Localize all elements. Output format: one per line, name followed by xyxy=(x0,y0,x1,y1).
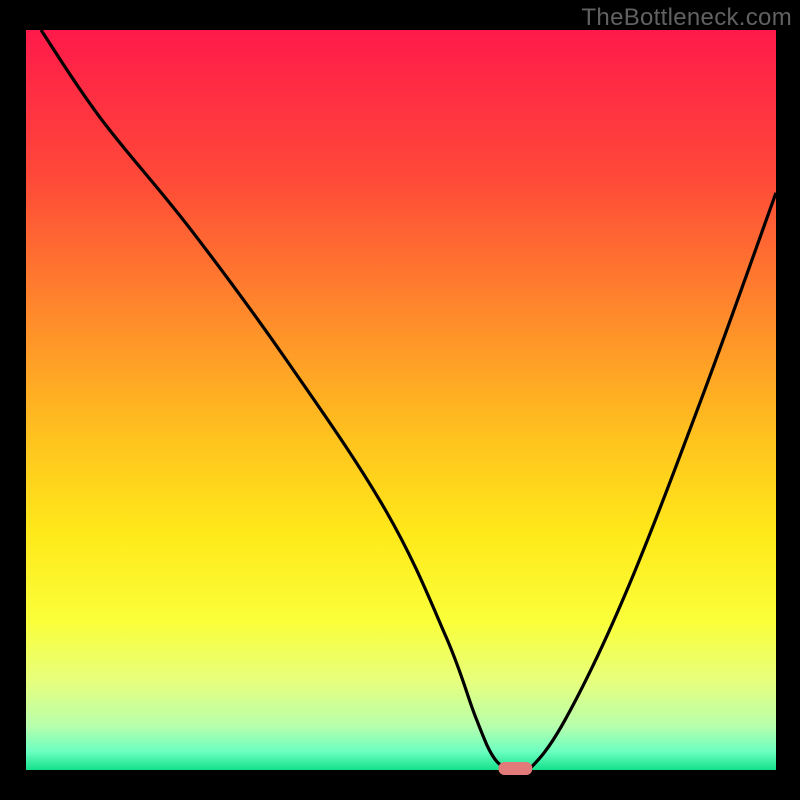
chart-frame: TheBottleneck.com xyxy=(0,0,800,800)
target-marker xyxy=(499,762,533,775)
watermark-label: TheBottleneck.com xyxy=(581,4,792,32)
bottleneck-chart xyxy=(0,0,800,800)
